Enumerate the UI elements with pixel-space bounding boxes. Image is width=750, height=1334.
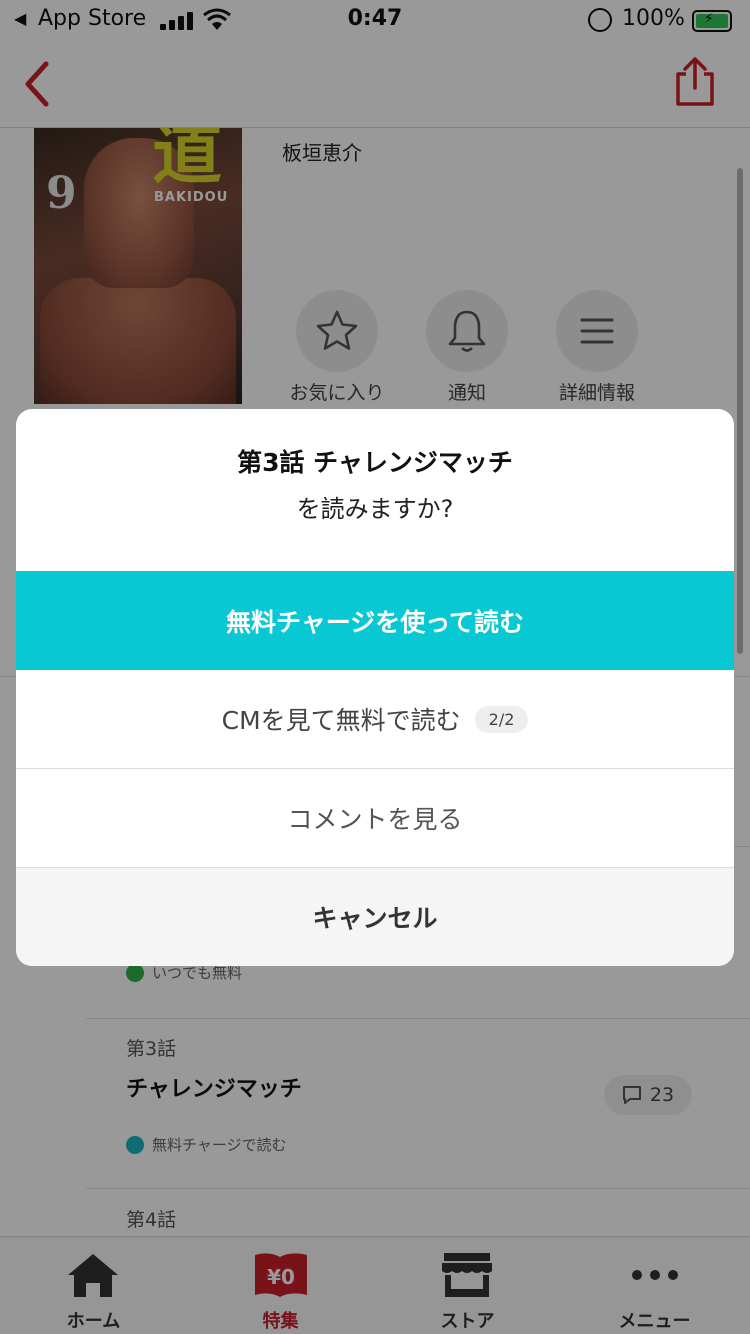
watch-cm-label: CMを見て無料で読む [221,706,461,735]
dialog-question: を読みますか? [296,495,454,523]
read-with-free-charge-label: 無料チャージを使って読む [225,607,524,637]
watch-cm-read-free-button[interactable]: CMを見て無料で読む 2/2 [16,670,734,769]
cancel-label: キャンセル [312,904,438,933]
view-comments-label: コメントを見る [287,805,463,834]
view-comments-button[interactable]: コメントを見る [16,769,734,868]
read-with-free-charge-button[interactable]: 無料チャージを使って読む [16,571,734,670]
cm-remaining-badge: 2/2 [474,705,529,733]
cancel-button[interactable]: キャンセル [16,868,734,966]
read-episode-dialog: 第3話 チャレンジマッチ を読みますか? 無料チャージを使って読む CMを見て無… [16,409,734,966]
dialog-title: 第3話 チャレンジマッチ [237,448,513,477]
